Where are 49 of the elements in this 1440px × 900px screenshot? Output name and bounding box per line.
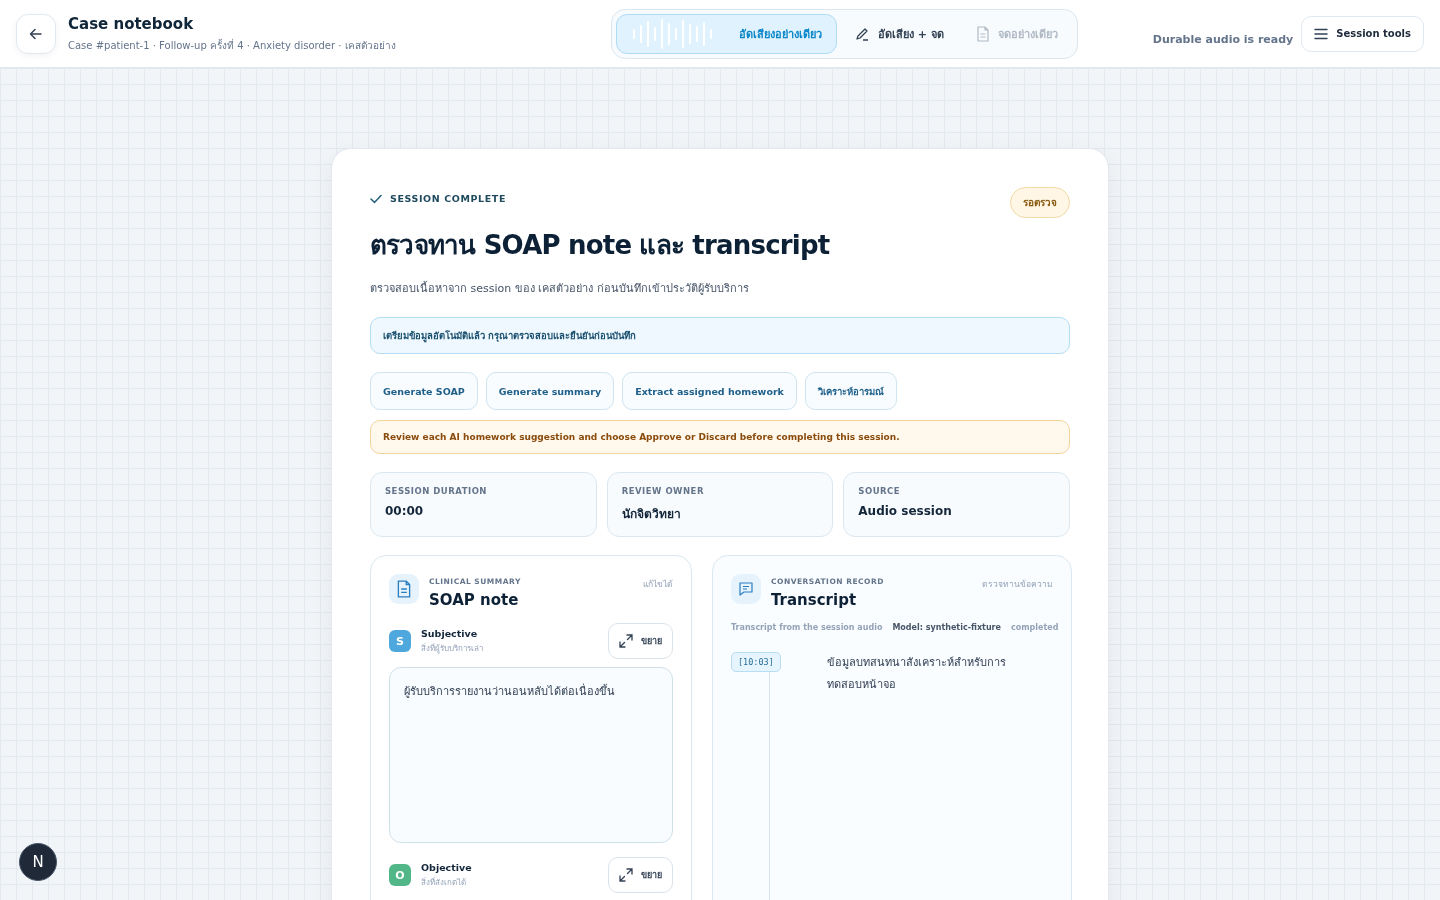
expand-icon [619,868,633,882]
action-button[interactable]: วิเคราะห์อารมณ์ [804,372,897,410]
stat-value: นักจิตวิทยา [621,506,682,523]
chat-icon [731,574,761,604]
section-letter-badge: S [389,630,411,652]
stat-label: SOURCE [858,486,902,496]
warning-banner: Review each AI homework suggestion and choose Approve or Discard before completing this session. [370,420,1070,454]
card-title: ตรวจทาน SOAP note และ transcript [370,229,831,262]
stat-value: Audio session [858,504,953,518]
panel-title: Transcript [771,591,858,609]
check-icon [370,193,382,204]
mode-tab[interactable]: อัดเสียง + จด [838,13,959,54]
card-description: ตรวจสอบเนื้อหาจาก session ของ เคสตัวอย่าง ก่อนบันทึกเข้าประวัติผู้รับบริการ [370,280,750,297]
section-subtitle: สิ่งที่สังเกตได้ [421,876,467,889]
section-title: Subjective [421,627,479,639]
status-text: Durable audio is ready [1152,33,1294,46]
section-subtitle: สิ่งที่ผู้รับบริการเล่า [421,642,484,655]
stat-label: REVIEW OWNER [621,486,705,496]
panel-hint: ตรวจทานข้อความ [982,578,1053,591]
mode-tab[interactable]: อัดเสียงอย่างเดียว [615,13,837,54]
page-title: Case notebook [68,14,195,33]
transcript-state: completed [1010,623,1059,632]
panel-title: SOAP note [429,591,520,609]
panel-hint: แก้ไขได้ [643,578,673,591]
session-tools-button[interactable]: Session tools [1301,15,1424,52]
document-icon [389,574,419,604]
expand-button[interactable]: ขยาย [608,623,673,659]
action-button[interactable]: Extract assigned homework [622,372,797,410]
status-badge: รอตรวจ [1010,187,1070,218]
section-title: Objective [421,861,473,873]
expand-icon [619,634,633,648]
action-button[interactable]: Generate summary [485,372,615,410]
menu-icon [1314,27,1329,40]
document-icon [975,25,990,42]
session-status: SESSION COMPLETE [390,193,507,204]
expand-button[interactable]: ขยาย [608,857,673,893]
model-label: Model: synthetic-fixture [892,623,1001,632]
action-button[interactable]: Generate SOAP [370,372,478,410]
case-subtitle: Case #patient-1 · Follow-up ครั้งที่ 4 · Anxiety disorder · เคสตัวอย่าง [68,37,396,53]
timestamp: [10:03] [731,652,781,672]
back-button[interactable] [16,13,56,54]
transcript-source: Transcript from the session audio [731,623,883,632]
stat-value: 00:00 [385,504,425,518]
waveform-icon [630,17,715,50]
section-text-field[interactable]: ผู้รับบริการรายงานว่านอนหลับได้ต่อเนื่องขึ้น [389,667,673,843]
transcript-text: ข้อมูลบทสนทนาสังเคราะห์สำหรับการทดสอบหน้าจอ [826,655,1007,693]
stat-label: SESSION DURATION [385,486,488,496]
info-banner: เตรียมข้อมูลอัตโนมัติแล้ว กรุณาตรวจสอบและยืนยันก่อนบันทึก [370,317,1070,354]
section-letter-badge: O [389,864,411,886]
